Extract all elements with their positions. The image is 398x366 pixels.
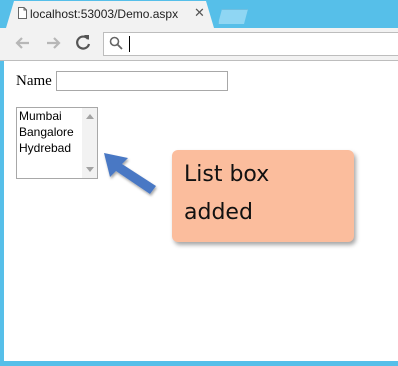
name-row: Name <box>16 71 228 91</box>
name-label: Name <box>16 72 52 89</box>
close-icon[interactable]: ✕ <box>194 6 205 20</box>
new-tab-button[interactable] <box>218 9 248 24</box>
reload-icon[interactable] <box>72 32 94 54</box>
search-icon <box>109 36 123 50</box>
scroll-up-icon[interactable] <box>86 114 94 119</box>
address-bar[interactable] <box>103 32 398 56</box>
tab-strip: localhost:53003/Demo.aspx ✕ <box>0 0 398 28</box>
arrow-left-icon[interactable] <box>12 32 34 54</box>
callout-note: List box added <box>172 150 354 242</box>
city-listbox[interactable]: Mumbai Bangalore Hydrebad <box>16 107 98 179</box>
name-input[interactable] <box>55 71 228 91</box>
browser-window: localhost:53003/Demo.aspx ✕ Name Mumbai … <box>0 0 398 366</box>
browser-tab[interactable]: localhost:53003/Demo.aspx ✕ <box>6 1 214 28</box>
callout-arrow-icon <box>104 153 156 194</box>
document-icon <box>18 7 27 19</box>
text-cursor <box>129 36 130 52</box>
tab-title: localhost:53003/Demo.aspx <box>30 7 179 21</box>
callout-text: List box added <box>184 162 270 225</box>
arrow-right-icon[interactable] <box>42 32 64 54</box>
